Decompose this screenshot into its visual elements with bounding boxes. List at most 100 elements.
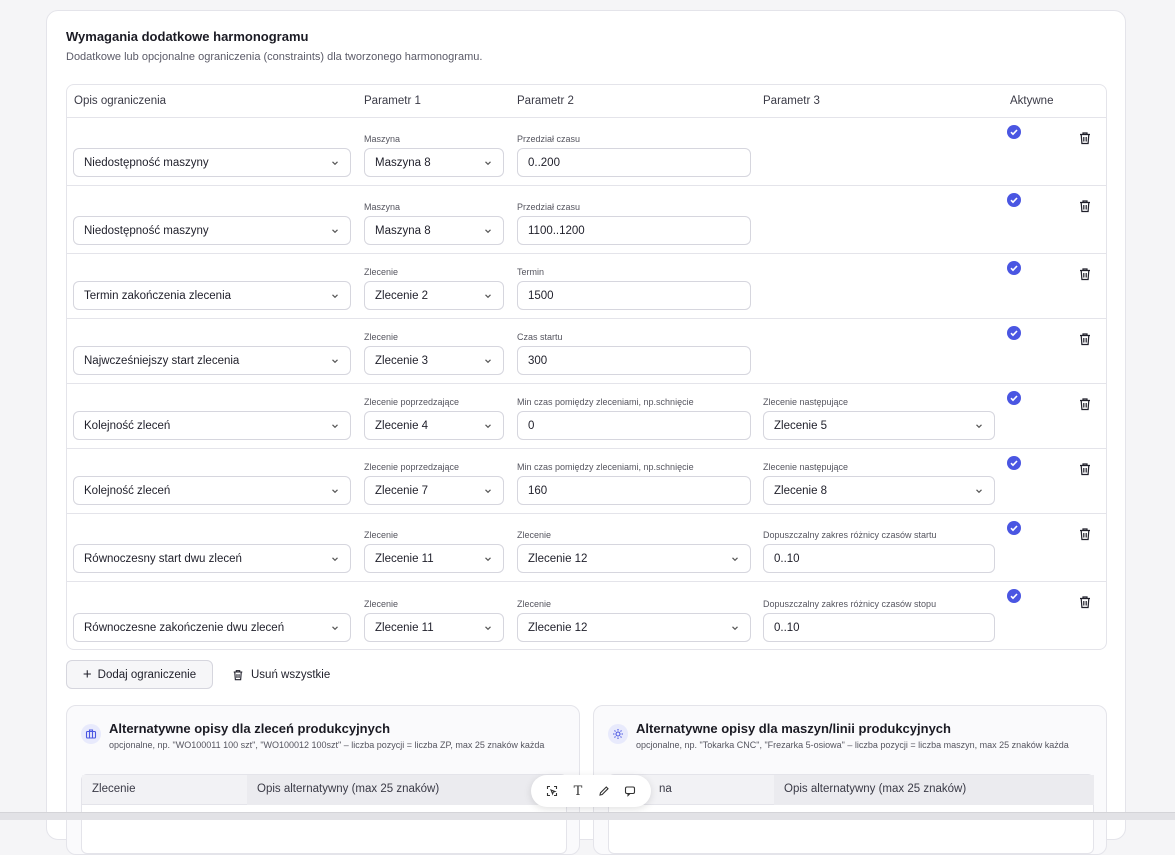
- param2-select[interactable]: Zlecenie 12: [517, 544, 751, 573]
- constraint-type-select[interactable]: Kolejność zleceń: [73, 411, 351, 440]
- param2-input[interactable]: 1500: [517, 281, 751, 310]
- param1-select[interactable]: Zlecenie 4: [364, 411, 504, 440]
- constraint-type-select[interactable]: Niedostępność maszyny: [73, 216, 351, 245]
- chevron-down-icon: [330, 554, 340, 564]
- orders-header-order: Zlecenie: [92, 783, 136, 795]
- param2-value: 1500: [528, 289, 554, 302]
- gear-icon: [608, 724, 628, 744]
- param1-select[interactable]: Zlecenie 11: [364, 544, 504, 573]
- machines-card-subtitle: opcjonalne, np. "Tokarka CNC", "Frezarka…: [636, 740, 1069, 750]
- active-check-icon[interactable]: [1007, 326, 1021, 340]
- param2-input[interactable]: 0..200: [517, 148, 751, 177]
- param2-label: Przedział czasu: [517, 202, 581, 212]
- param2-label: Przedział czasu: [517, 134, 581, 144]
- constraint-type-select[interactable]: Termin zakończenia zlecenia: [73, 281, 351, 310]
- add-constraint-button[interactable]: + Dodaj ograniczenie: [66, 660, 213, 689]
- param1-value: Zlecenie 7: [375, 484, 429, 497]
- param1-label: Zlecenie: [364, 332, 399, 342]
- constraint-type-select[interactable]: Niedostępność maszyny: [73, 148, 351, 177]
- param3-value: Zlecenie 8: [774, 484, 828, 497]
- active-check-icon[interactable]: [1007, 261, 1021, 275]
- param1-value: Zlecenie 11: [375, 552, 434, 565]
- active-check-icon[interactable]: [1007, 193, 1021, 207]
- param1-select[interactable]: Maszyna 8: [364, 148, 504, 177]
- chevron-down-icon: [483, 158, 493, 168]
- param2-label: Zlecenie: [517, 599, 552, 609]
- active-check-icon[interactable]: [1007, 521, 1021, 535]
- chevron-down-icon: [730, 554, 740, 564]
- param1-value: Zlecenie 2: [375, 289, 429, 302]
- constraint-type-value: Równoczesne zakończenie dwu zleceń: [84, 621, 285, 634]
- pencil-icon[interactable]: [595, 782, 613, 800]
- param3-input[interactable]: 0..10: [763, 613, 995, 642]
- constraints-table: Opis ograniczenia Parametr 1 Parametr 2 …: [66, 84, 1107, 650]
- chevron-down-icon: [330, 486, 340, 496]
- constraint-type-select[interactable]: Najwcześniejszy start zlecenia: [73, 346, 351, 375]
- orders-alt-card: Alternatywne opisy dla zleceń produkcyjn…: [66, 705, 580, 855]
- param1-value: Maszyna 8: [375, 156, 431, 169]
- trash-icon[interactable]: [1078, 397, 1092, 411]
- table-row: Niedostępność maszyny Maszyna Maszyna 8 Prz…: [67, 118, 1106, 186]
- table-row: Równoczesne zakończenie dwu zleceń Zlecen…: [67, 582, 1106, 651]
- delete-all-button[interactable]: Usuń wszystkie: [232, 660, 330, 689]
- param1-select[interactable]: Zlecenie 3: [364, 346, 504, 375]
- machines-card-title: Alternatywne opisy dla maszyn/linii prod…: [636, 721, 951, 736]
- param1-select[interactable]: Maszyna 8: [364, 216, 504, 245]
- constraint-type-value: Kolejność zleceń: [84, 484, 171, 497]
- active-check-icon[interactable]: [1007, 391, 1021, 405]
- param1-select[interactable]: Zlecenie 11: [364, 613, 504, 642]
- text-tool-icon[interactable]: T: [569, 782, 587, 800]
- select-tool-icon[interactable]: [543, 782, 561, 800]
- trash-icon[interactable]: [1078, 595, 1092, 609]
- chevron-down-icon: [330, 158, 340, 168]
- trash-icon[interactable]: [1078, 199, 1092, 213]
- param3-select[interactable]: Zlecenie 5: [763, 411, 995, 440]
- param2-value: 0..200: [528, 156, 560, 169]
- chevron-down-icon: [483, 356, 493, 366]
- machines-header-alt: Opis alternatywny (max 25 znaków): [784, 783, 967, 795]
- param2-input[interactable]: 1100..1200: [517, 216, 751, 245]
- comment-icon[interactable]: [621, 782, 639, 800]
- param2-value: 160: [528, 484, 548, 497]
- param3-label: Zlecenie następujące: [763, 462, 849, 472]
- param3-label: Dopuszczalny zakres różnicy czasów stopu: [763, 599, 937, 609]
- trash-icon[interactable]: [1078, 332, 1092, 346]
- constraint-type-value: Niedostępność maszyny: [84, 156, 209, 169]
- chevron-down-icon: [483, 486, 493, 496]
- param3-select[interactable]: Zlecenie 8: [763, 476, 995, 505]
- orders-table-header: Zlecenie Opis alternatywny (max 25 znakó…: [82, 775, 567, 805]
- param3-input[interactable]: 0..10: [763, 544, 995, 573]
- param1-select[interactable]: Zlecenie 7: [364, 476, 504, 505]
- trash-icon[interactable]: [1078, 131, 1092, 145]
- param1-select[interactable]: Zlecenie 2: [364, 281, 504, 310]
- param2-label: Czas startu: [517, 332, 563, 342]
- constraint-type-value: Niedostępność maszyny: [84, 224, 209, 237]
- trash-icon[interactable]: [1078, 462, 1092, 476]
- param2-select[interactable]: Zlecenie 12: [517, 613, 751, 642]
- machines-table-header: na Opis alternatywny (max 25 znaków): [609, 775, 1094, 805]
- param1-value: Zlecenie 3: [375, 354, 429, 367]
- delete-all-label: Usuń wszystkie: [251, 668, 331, 681]
- chevron-down-icon: [330, 623, 340, 633]
- param3-value: 0..10: [774, 552, 800, 565]
- table-row: Termin zakończenia zlecenia Zlecenie Zlece…: [67, 254, 1106, 319]
- active-check-icon[interactable]: [1007, 589, 1021, 603]
- chevron-down-icon: [974, 486, 984, 496]
- bottom-scrollbar[interactable]: [0, 812, 1175, 820]
- trash-icon[interactable]: [1078, 527, 1092, 541]
- active-check-icon[interactable]: [1007, 125, 1021, 139]
- param1-label: Maszyna: [364, 134, 401, 144]
- param2-input[interactable]: 300: [517, 346, 751, 375]
- param2-label: Min czas pomiędzy zleceniami, np.schnięc…: [517, 397, 694, 407]
- param3-value: 0..10: [774, 621, 800, 634]
- param2-input[interactable]: 160: [517, 476, 751, 505]
- constraint-type-select[interactable]: Równoczesny start dwu zleceń: [73, 544, 351, 573]
- param1-label: Zlecenie: [364, 599, 399, 609]
- chevron-down-icon: [483, 291, 493, 301]
- constraint-type-select[interactable]: Równoczesne zakończenie dwu zleceń: [73, 613, 351, 642]
- param2-input[interactable]: 0: [517, 411, 751, 440]
- active-check-icon[interactable]: [1007, 456, 1021, 470]
- plus-icon: +: [82, 665, 92, 683]
- trash-icon[interactable]: [1078, 267, 1092, 281]
- constraint-type-select[interactable]: Kolejność zleceń: [73, 476, 351, 505]
